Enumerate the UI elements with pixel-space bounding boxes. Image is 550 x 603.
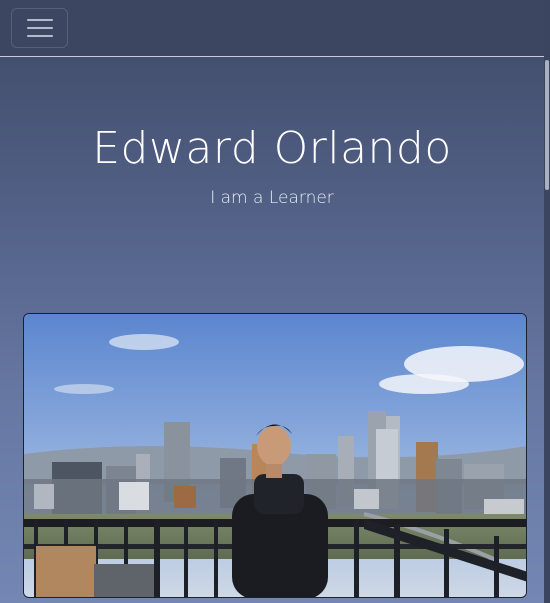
menu-toggle-button[interactable] <box>11 8 68 48</box>
hero-tagline: I am a Learner <box>210 188 334 208</box>
hero-section: Edward Orlando I am a Learner <box>0 57 544 208</box>
hamburger-icon <box>26 19 53 21</box>
navbar <box>0 0 550 57</box>
city-skyline-photo-illustration <box>24 314 526 597</box>
profile-photo <box>23 313 527 598</box>
hero-name: Edward Orlando <box>92 123 452 174</box>
hamburger-icon <box>26 27 53 29</box>
hamburger-icon <box>26 35 53 37</box>
scrollbar-thumb[interactable] <box>545 60 549 190</box>
scrollbar[interactable] <box>544 0 550 603</box>
